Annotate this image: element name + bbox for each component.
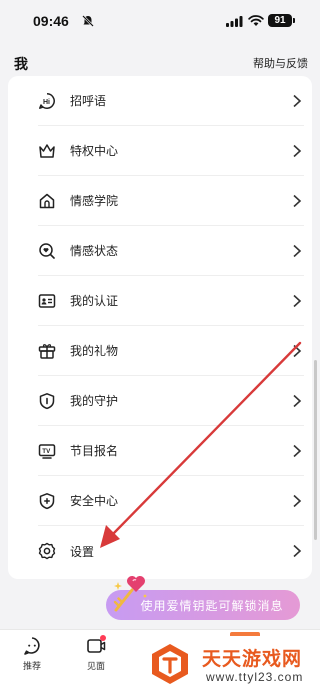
- menu-item-security-center[interactable]: 安全中心: [38, 476, 304, 526]
- page-header: 我 帮助与反馈: [0, 44, 320, 80]
- bell-muted-icon: [82, 15, 94, 27]
- chevron-right-icon: [293, 144, 302, 157]
- crown-icon: [38, 142, 56, 160]
- shield-plus-icon: [38, 492, 56, 510]
- page-title: 我: [14, 56, 28, 72]
- chevron-right-icon: [293, 494, 302, 507]
- watermark-title: 天天游戏网: [202, 649, 303, 670]
- chevron-right-icon: [293, 344, 302, 357]
- chevron-right-icon: [293, 294, 302, 307]
- watermark-url: www.ttyl23.com: [206, 670, 304, 684]
- menu-label: 安全中心: [70, 494, 119, 508]
- menu-label: 设置: [70, 544, 95, 559]
- hi-icon: Hi: [38, 92, 56, 110]
- house-icon: [38, 192, 56, 210]
- menu-item-settings[interactable]: 设置: [38, 526, 304, 576]
- battery-nub: [293, 18, 295, 23]
- menu-item-guardian[interactable]: 我的守护: [38, 376, 304, 426]
- chevron-right-icon: [293, 394, 302, 407]
- menu-item-verification[interactable]: 我的认证: [38, 276, 304, 326]
- gear-icon: [38, 542, 56, 560]
- menu-label: 特权中心: [70, 144, 119, 158]
- scrollbar[interactable]: [314, 360, 317, 540]
- notification-dot: [100, 635, 106, 641]
- menu-label: 招呼语: [70, 94, 107, 108]
- wifi-icon: [248, 15, 264, 26]
- menu-item-emotion-status[interactable]: 情感状态: [38, 226, 304, 276]
- battery-indicator: 91: [268, 14, 292, 27]
- promo-text: 使用爱情钥匙可解锁消息: [140, 598, 284, 613]
- watermark-logo-icon: [152, 644, 188, 684]
- menu-card: Hi 招呼语 特权中心 情感学院 情感状态 我的认证 我的礼物 我的守护 TV …: [8, 76, 312, 579]
- cellular-signal-icon: [226, 16, 243, 27]
- chevron-right-icon: [293, 94, 302, 107]
- menu-item-academy[interactable]: 情感学院: [38, 176, 304, 226]
- chevron-right-icon: [293, 244, 302, 257]
- menu-label: 节目报名: [70, 444, 119, 458]
- tab-label: 见面: [86, 661, 105, 671]
- svg-text:Hi: Hi: [43, 99, 50, 106]
- gift-icon: [38, 342, 56, 360]
- svg-text:TV: TV: [42, 448, 51, 455]
- love-key-icon: [113, 576, 147, 612]
- chevron-right-icon: [293, 544, 302, 558]
- shield-icon: [38, 392, 56, 410]
- tab-recommend[interactable]: 推荐: [12, 636, 52, 672]
- menu-label: 情感学院: [70, 194, 119, 208]
- id-card-icon: [38, 292, 56, 310]
- chevron-right-icon: [293, 194, 302, 207]
- menu-item-greeting[interactable]: Hi 招呼语: [38, 76, 304, 126]
- tab-meet[interactable]: 见面: [76, 635, 116, 672]
- site-watermark: 天天游戏网 www.ttyl23.com: [142, 636, 320, 693]
- menu-item-gifts[interactable]: 我的礼物: [38, 326, 304, 376]
- recommend-icon: [24, 637, 40, 655]
- search-heart-icon: [38, 242, 56, 260]
- help-feedback-link[interactable]: 帮助与反馈: [253, 55, 308, 71]
- tv-icon: TV: [38, 442, 56, 460]
- tab-label: 推荐: [22, 661, 41, 671]
- chevron-right-icon: [293, 444, 302, 457]
- menu-label: 我的守护: [70, 394, 119, 408]
- menu-label: 我的认证: [70, 294, 119, 308]
- menu-item-privilege[interactable]: 特权中心: [38, 126, 304, 176]
- status-time: 09:46: [33, 13, 69, 29]
- menu-label: 我的礼物: [70, 344, 119, 358]
- status-bar: 09:46 91: [0, 0, 320, 44]
- menu-item-program-signup[interactable]: TV 节目报名: [38, 426, 304, 476]
- menu-label: 情感状态: [70, 244, 119, 258]
